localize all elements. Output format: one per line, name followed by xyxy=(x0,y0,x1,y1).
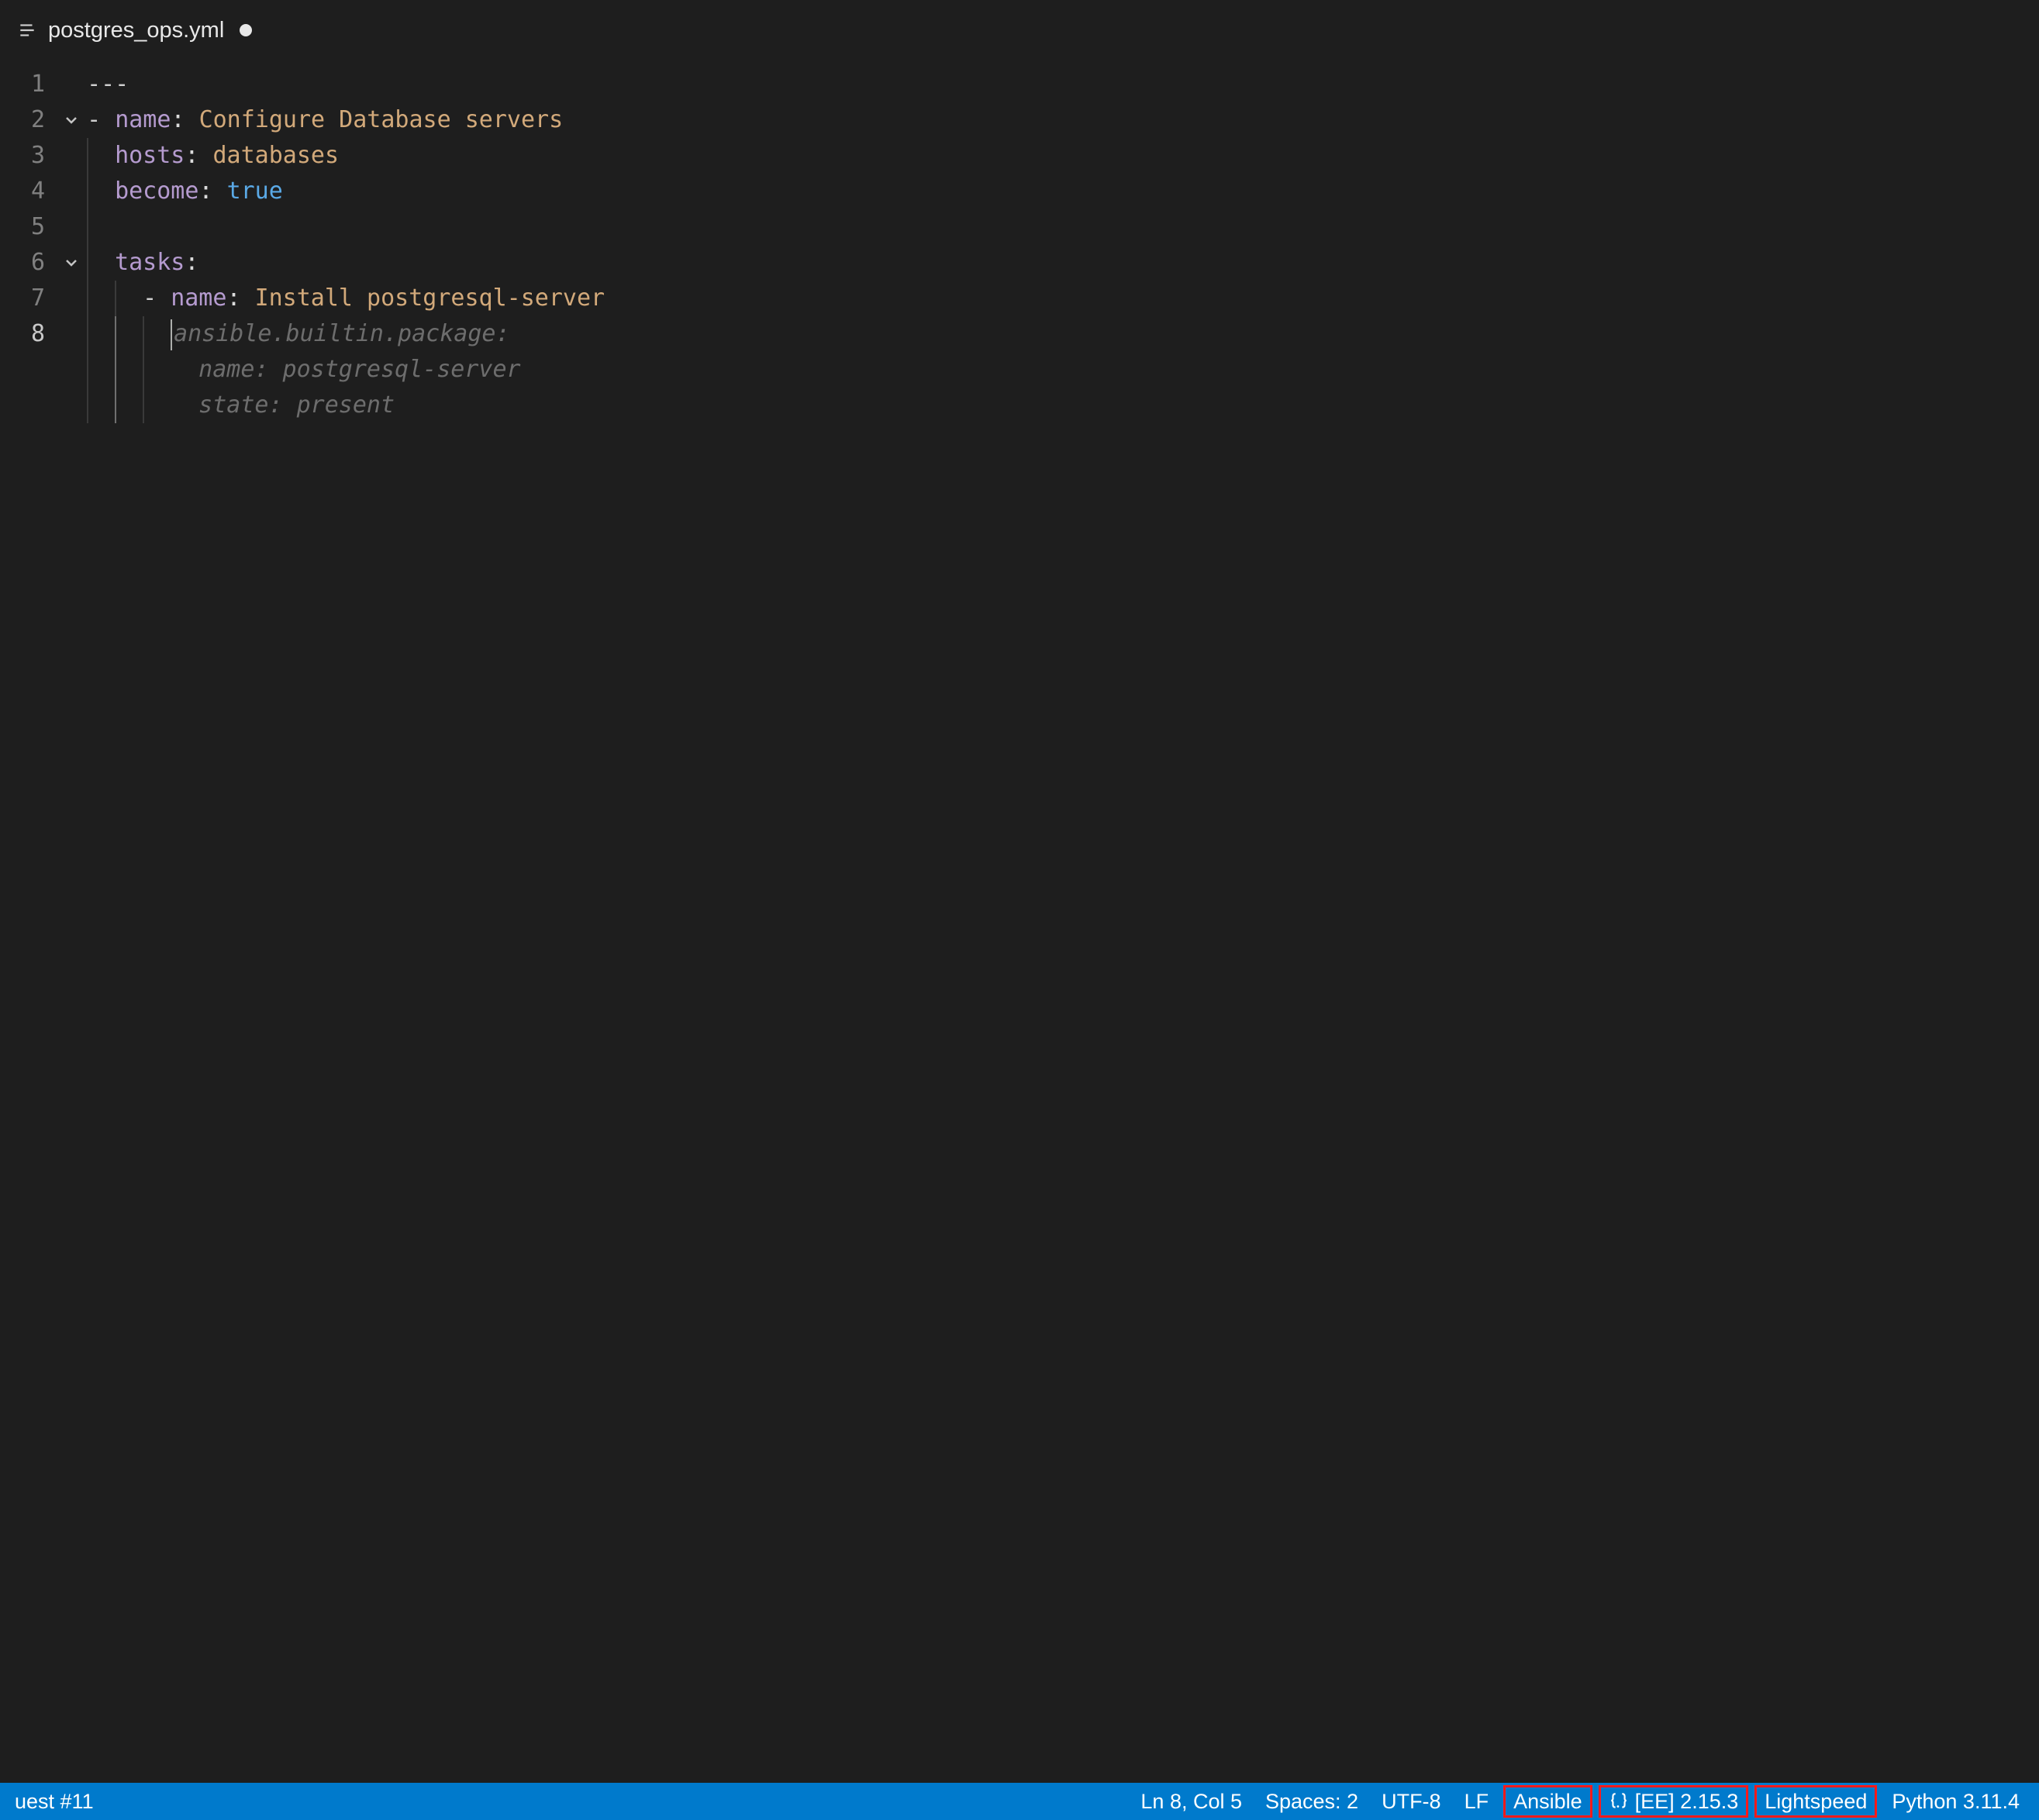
status-spaces[interactable]: Spaces: 2 xyxy=(1254,1787,1370,1817)
ghost-line[interactable]: name: postgresql-server xyxy=(87,352,2039,388)
token: tasks xyxy=(115,249,185,276)
token: - xyxy=(87,106,115,133)
line-number: 8 xyxy=(0,316,56,352)
token: : xyxy=(171,106,198,133)
text-cursor xyxy=(171,319,172,350)
status-python[interactable]: Python 3.11.4 xyxy=(1880,1787,2031,1817)
fold-toggle xyxy=(56,174,87,209)
line-number-gutter: 12345678 xyxy=(0,60,56,1783)
ghost-line[interactable]: state: present xyxy=(87,388,2039,423)
fold-toggle[interactable] xyxy=(56,245,87,281)
code-line[interactable]: tasks: xyxy=(87,245,2039,281)
token: : xyxy=(185,142,212,169)
code-line[interactable]: --- xyxy=(87,67,2039,102)
token: name: postgresql-server xyxy=(171,356,521,383)
line-number: 4 xyxy=(0,174,56,209)
code-line[interactable]: become: true xyxy=(87,174,2039,209)
chevron-down-icon xyxy=(62,253,81,272)
token: : xyxy=(198,178,226,205)
status-pull-request-label: uest #11 xyxy=(15,1790,94,1814)
fold-gutter xyxy=(56,60,87,1783)
fold-toggle xyxy=(56,281,87,316)
fold-toggle xyxy=(56,209,87,245)
fold-toggle xyxy=(56,316,87,352)
status-language-mode[interactable]: Ansible xyxy=(1503,1785,1592,1818)
token: state: present xyxy=(171,391,395,419)
status-ln-col-label: Ln 8, Col 5 xyxy=(1140,1790,1242,1814)
token: - xyxy=(143,284,171,312)
fold-toggle xyxy=(56,138,87,174)
code-editor[interactable]: 12345678 ---- name: Configure Database s… xyxy=(0,60,2039,1783)
code-line[interactable]: hosts: databases xyxy=(87,138,2039,174)
token: Install postgresql-server xyxy=(255,284,605,312)
token: Configure Database servers xyxy=(199,106,564,133)
token: name xyxy=(115,106,171,133)
fold-toggle xyxy=(56,67,87,102)
token: hosts xyxy=(115,142,185,169)
status-bar: uest #11 Ln 8, Col 5 Spaces: 2 UTF-8 LF … xyxy=(0,1783,2039,1820)
status-encoding-label: UTF-8 xyxy=(1382,1790,1441,1814)
token: : xyxy=(185,249,198,276)
status-encoding[interactable]: UTF-8 xyxy=(1370,1787,1453,1817)
code-line[interactable]: - name: Install postgresql-server xyxy=(87,281,2039,316)
braces-icon xyxy=(1609,1791,1629,1811)
token: databases xyxy=(213,142,340,169)
status-lightspeed[interactable]: Lightspeed xyxy=(1754,1785,1877,1818)
status-ee-version[interactable]: [EE] 2.15.3 xyxy=(1599,1785,1749,1818)
line-number: 3 xyxy=(0,138,56,174)
status-python-label: Python 3.11.4 xyxy=(1892,1790,2020,1814)
chevron-down-icon xyxy=(62,111,81,129)
token: true xyxy=(227,178,283,205)
code-line[interactable]: - name: Configure Database servers xyxy=(87,102,2039,138)
fold-toggle[interactable] xyxy=(56,102,87,138)
tab-bar: postgres_ops.yml xyxy=(0,0,2039,60)
line-number: 5 xyxy=(0,209,56,245)
line-number: 7 xyxy=(0,281,56,316)
line-number xyxy=(0,352,56,388)
token: become xyxy=(115,178,198,205)
code-area[interactable]: ---- name: Configure Database servershos… xyxy=(87,60,2039,1783)
line-number: 1 xyxy=(0,67,56,102)
token: ansible.builtin.package: xyxy=(174,320,509,347)
token: name xyxy=(171,284,226,312)
yaml-file-icon xyxy=(17,20,37,40)
status-eol[interactable]: LF xyxy=(1453,1787,1501,1817)
status-eol-label: LF xyxy=(1465,1790,1489,1814)
status-pull-request[interactable]: uest #11 xyxy=(3,1787,105,1817)
status-lightspeed-label: Lightspeed xyxy=(1765,1790,1867,1814)
code-line[interactable]: ansible.builtin.package: xyxy=(87,316,2039,352)
status-language-mode-label: Ansible xyxy=(1513,1790,1582,1814)
fold-toggle xyxy=(56,388,87,423)
tab-postgres-ops[interactable]: postgres_ops.yml xyxy=(0,0,274,60)
tab-label: postgres_ops.yml xyxy=(48,18,224,43)
line-number: 6 xyxy=(0,245,56,281)
status-ee-version-label: [EE] 2.15.3 xyxy=(1635,1790,1739,1814)
token: : xyxy=(226,284,254,312)
fold-toggle xyxy=(56,352,87,388)
code-line[interactable] xyxy=(87,209,2039,245)
line-number: 2 xyxy=(0,102,56,138)
status-spaces-label: Spaces: 2 xyxy=(1265,1790,1358,1814)
status-ln-col[interactable]: Ln 8, Col 5 xyxy=(1129,1787,1254,1817)
token: --- xyxy=(87,71,129,98)
line-number xyxy=(0,388,56,423)
dirty-indicator-icon xyxy=(240,24,252,36)
